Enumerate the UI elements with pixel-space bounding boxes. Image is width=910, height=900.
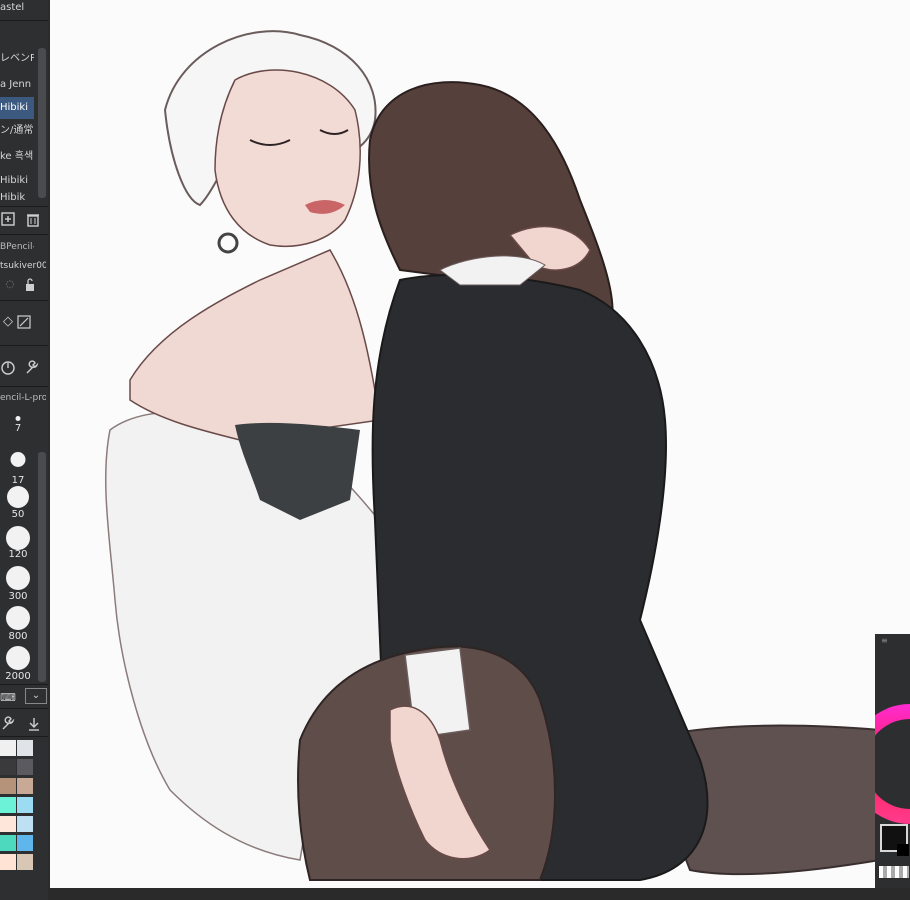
- brush-size-7[interactable]: 7: [0, 410, 36, 450]
- divider: [0, 708, 48, 709]
- palette-swatch[interactable]: [0, 797, 16, 813]
- brush-size-label: 800: [8, 631, 28, 642]
- visibility-icon[interactable]: ◌: [2, 277, 18, 293]
- brush-size-300[interactable]: 300: [0, 562, 36, 602]
- layer-set-name[interactable]: astel: [0, 0, 34, 19]
- color-wheel-panel: ≡: [875, 634, 910, 888]
- illustration: [104, 30, 881, 881]
- brush-size-preset-name: encil-L-pro: [0, 393, 46, 403]
- wrench-icon[interactable]: [0, 716, 16, 732]
- layer-scrollbar[interactable]: [38, 48, 46, 198]
- divider: [0, 684, 48, 685]
- brush-size-50[interactable]: 50: [0, 480, 36, 520]
- layer-item[interactable]: Hibiki: [0, 170, 34, 192]
- download-icon[interactable]: [26, 716, 42, 732]
- status-bar: [48, 888, 910, 900]
- lock-icon[interactable]: [22, 277, 38, 293]
- divider: [0, 20, 48, 21]
- brush-dot: [7, 486, 29, 508]
- brush-size-label: 7: [14, 423, 22, 434]
- layer-item[interactable]: レベンP: [0, 48, 34, 70]
- palette-swatch[interactable]: [17, 759, 33, 775]
- layer-item[interactable]: Hibik: [0, 192, 34, 204]
- transparent-color-swatch[interactable]: [879, 866, 909, 878]
- brush-author: tsukiver003: [0, 261, 46, 271]
- brush-dot: [6, 526, 30, 550]
- dial-icon[interactable]: [0, 360, 16, 376]
- palette-swatch[interactable]: [17, 835, 33, 851]
- brush-size-label: 120: [8, 549, 28, 560]
- palette-swatch[interactable]: [17, 854, 33, 870]
- keyboard-icon[interactable]: ⌨: [0, 690, 16, 706]
- layer-item[interactable]: ン/通常: [0, 120, 34, 142]
- brush-dot: [10, 452, 26, 467]
- palette-swatch[interactable]: [0, 816, 16, 832]
- new-layer-icon[interactable]: [0, 211, 16, 227]
- brush-dot: [6, 646, 30, 670]
- brush-dot: [15, 416, 21, 421]
- palette-swatch[interactable]: [17, 816, 33, 832]
- brush-size-2000[interactable]: 2000: [0, 642, 36, 682]
- palette-swatch[interactable]: [0, 854, 16, 870]
- drawing-canvas[interactable]: [50, 0, 910, 888]
- sub-color-swatch[interactable]: [897, 844, 909, 856]
- divider: [0, 234, 48, 235]
- divider: [0, 386, 48, 387]
- chevron-down-icon[interactable]: ⌄: [25, 688, 47, 704]
- brush-name: BPencil-L: [0, 242, 34, 252]
- divider: [0, 206, 48, 207]
- palette-swatch[interactable]: [0, 778, 16, 794]
- divider: [0, 300, 48, 301]
- brush-size-label: 2000: [5, 671, 31, 682]
- divider: [0, 736, 48, 737]
- palette-swatch[interactable]: [0, 759, 16, 775]
- palette-swatch[interactable]: [0, 740, 16, 756]
- layer-item[interactable]: ke 흑색: [0, 146, 34, 168]
- brush-size-label: 50: [11, 509, 25, 520]
- layer-item[interactable]: a Jenn: [0, 74, 34, 96]
- palette-swatch[interactable]: [17, 778, 33, 794]
- brush-dot: [6, 606, 30, 630]
- palette-swatch[interactable]: [17, 740, 33, 756]
- brush-scrollbar[interactable]: [38, 452, 46, 682]
- brush-size-800[interactable]: 800: [0, 602, 36, 642]
- palette-swatch[interactable]: [17, 797, 33, 813]
- no-entry-icon[interactable]: [16, 314, 32, 330]
- layer-item-selected[interactable]: Hibiki: [0, 97, 34, 119]
- trash-icon[interactable]: [25, 211, 41, 227]
- left-panel: astel レベンP a Jenn Hibiki ン/通常 ke 흑색 Hibi…: [0, 0, 48, 900]
- palette-swatch[interactable]: [0, 835, 16, 851]
- wrench-icon[interactable]: [24, 360, 40, 376]
- brush-dot: [6, 566, 30, 590]
- brush-size-label: 300: [8, 591, 28, 602]
- divider: [0, 345, 48, 346]
- diamond-icon[interactable]: ◇: [0, 314, 16, 330]
- brush-size-120[interactable]: 120: [0, 520, 36, 560]
